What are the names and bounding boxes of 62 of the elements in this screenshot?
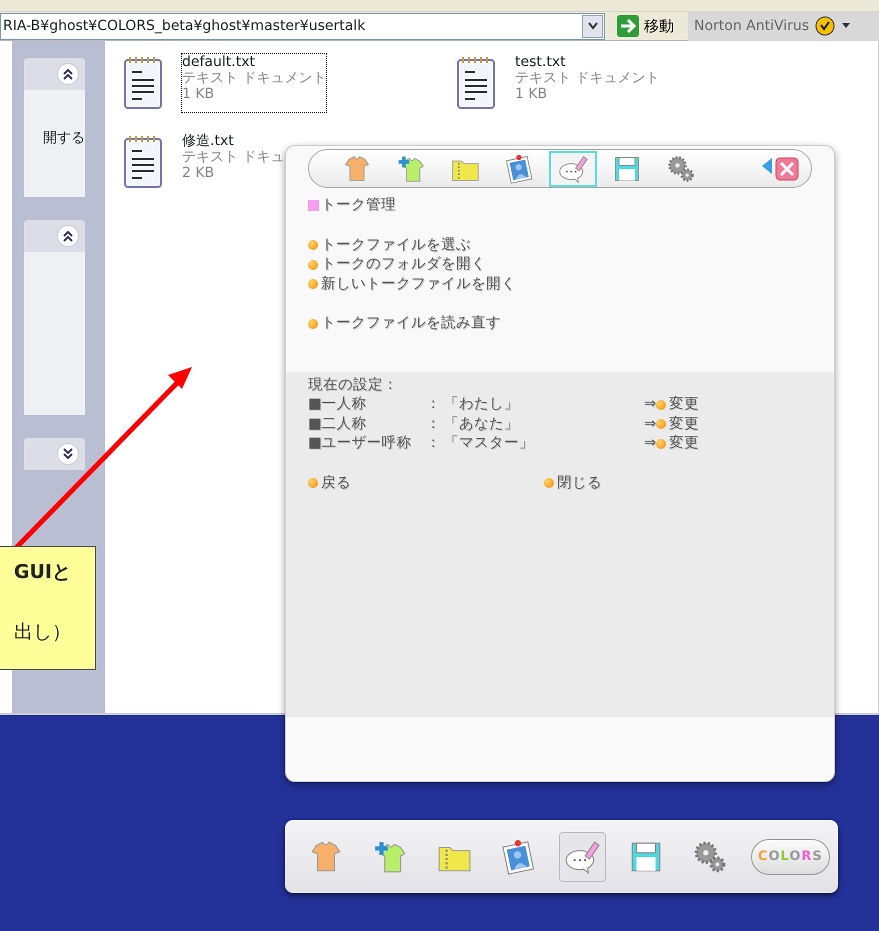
callout-text: GUIと xyxy=(12,560,71,585)
file-size: 1 KB xyxy=(182,86,216,102)
change-link[interactable]: 変更 xyxy=(656,434,700,454)
settings-icon xyxy=(666,154,696,184)
setting-value: 「あなた」 xyxy=(444,414,520,434)
file-name: 修造.txt xyxy=(182,133,235,149)
menu-link[interactable]: トークファイルを選ぶ xyxy=(308,236,471,255)
caret-icon[interactable] xyxy=(841,22,852,30)
file-name: default.txt xyxy=(182,54,256,70)
arrow-glyph: ⇒ xyxy=(644,395,656,414)
setting-label: ■二人称 xyxy=(308,414,368,434)
file-size: 1 KB xyxy=(515,86,548,102)
address-field[interactable]: RIA-B¥ghost¥COLORS_beta¥ghost¥master¥usertalk xyxy=(0,12,605,40)
arrow-glyph: ⇒ xyxy=(644,414,656,434)
menu-link[interactable]: トークのフォルダを開く xyxy=(308,255,486,274)
settings-icon xyxy=(692,838,728,874)
dropdown-button[interactable] xyxy=(582,14,603,38)
collapse-button[interactable] xyxy=(57,225,79,247)
menu-link[interactable]: 新しいトークファイルを開く xyxy=(308,274,516,294)
back-arrow-icon[interactable] xyxy=(761,156,773,174)
setting-label: ■一人称 xyxy=(308,395,368,414)
colon: ： xyxy=(426,395,442,414)
file-label[interactable]: test.txt テキスト ドキュメント 1 KB xyxy=(515,54,660,112)
shirt-add-icon xyxy=(396,154,426,184)
dock-button[interactable] xyxy=(558,832,606,882)
caret-icon xyxy=(588,22,598,30)
close-icon[interactable] xyxy=(775,156,799,180)
file-type: テキスト ドキュメント xyxy=(515,70,660,86)
antivirus-label: Norton AntiVirus xyxy=(694,16,810,36)
heading-marker xyxy=(308,200,319,212)
callout-text: 出し） xyxy=(13,620,71,645)
colon: ： xyxy=(426,434,442,453)
shirt-icon xyxy=(342,154,372,184)
go-button[interactable]: 移動 xyxy=(611,14,680,38)
shield-icon[interactable] xyxy=(815,16,836,36)
speech-bubble-icon xyxy=(558,154,588,184)
settings-title: 現在の設定： xyxy=(308,376,399,394)
colon: ： xyxy=(426,414,442,434)
chevron-down-icon xyxy=(62,448,74,460)
chevron-up-icon xyxy=(62,68,74,80)
file-label[interactable]: default.txt テキスト ドキュメント 1 KB xyxy=(182,54,326,112)
arrow-glyph: ⇒ xyxy=(644,434,656,453)
menu-link[interactable]: トークファイルを読み直す xyxy=(308,314,501,334)
change-link[interactable]: 変更 xyxy=(656,395,700,414)
file-type: テキスト ドキュメント xyxy=(182,70,326,86)
footer-link[interactable]: 戻る xyxy=(308,474,544,493)
setting-label: ■ユーザー呼称 xyxy=(308,434,413,453)
chevron-up-icon xyxy=(62,230,74,242)
toolbar-button[interactable] xyxy=(549,150,597,186)
setting-value: 「わたし」 xyxy=(444,395,520,414)
file-label[interactable]: 修造.txt テキスト ドキュ 2 KB xyxy=(182,133,284,191)
task-link[interactable]: 開する xyxy=(24,128,85,149)
change-link[interactable]: 変更 xyxy=(656,414,700,434)
file-name: test.txt xyxy=(515,54,567,70)
footer-link[interactable]: 閉じる xyxy=(544,474,602,493)
file-type: テキスト ドキュ xyxy=(182,149,284,165)
collapse-button[interactable] xyxy=(57,63,79,85)
speech-bubble-icon xyxy=(564,838,600,874)
file-size: 2 KB xyxy=(182,165,216,181)
collapse-button[interactable] xyxy=(57,443,79,465)
panel-heading: トーク管理 xyxy=(321,196,396,215)
setting-value: 「マスター」 xyxy=(444,434,535,453)
